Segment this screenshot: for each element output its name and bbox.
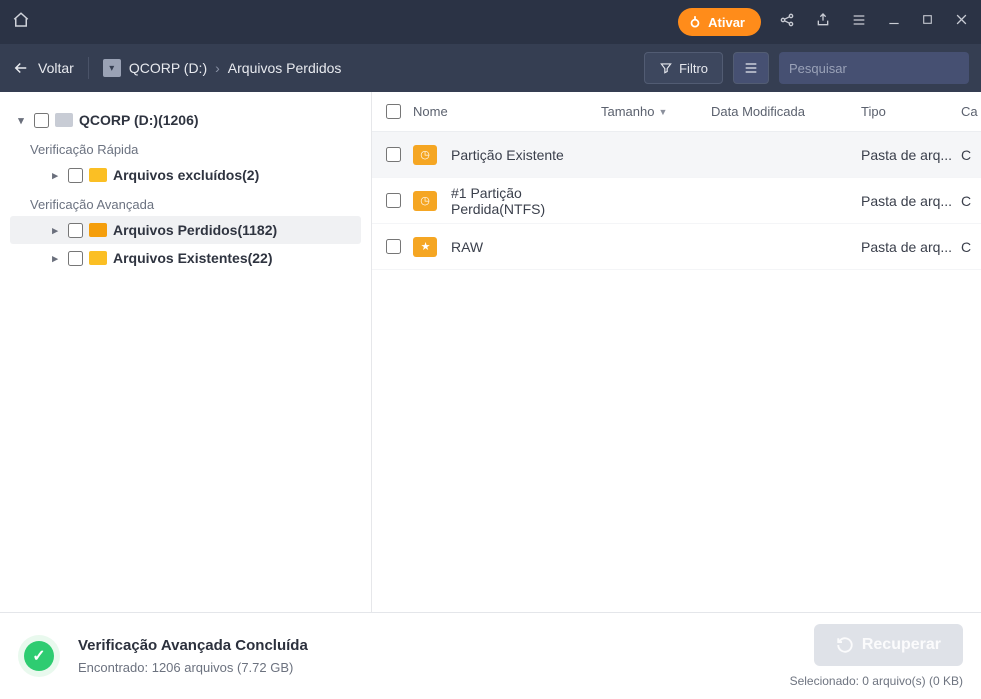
row-checkbox[interactable] (386, 147, 401, 162)
tree-root-label: QCORP (D:)(1206) (79, 112, 199, 128)
menu-icon[interactable] (851, 12, 867, 33)
breadcrumb-section[interactable]: Arquivos Perdidos (228, 60, 342, 76)
folder-icon (89, 223, 107, 237)
chevron-down-icon[interactable]: ▾ (14, 114, 28, 127)
activate-button[interactable]: Ativar (678, 8, 761, 36)
share-icon[interactable] (779, 12, 795, 33)
chevron-right-icon: › (215, 60, 220, 76)
back-button[interactable]: Voltar (12, 59, 74, 77)
check-icon: ✓ (24, 641, 54, 671)
file-list: Nome Tamanho▼ Data Modificada Tipo Ca Pa… (372, 92, 981, 612)
sort-desc-icon: ▼ (658, 107, 667, 117)
selected-count: Selecionado: 0 arquivo(s) (0 KB) (790, 674, 963, 688)
home-icon[interactable] (12, 11, 30, 34)
separator (88, 57, 89, 79)
minimize-icon[interactable] (887, 13, 901, 32)
folder-icon (89, 251, 107, 265)
cell-name: Partição Existente (451, 147, 601, 163)
tree-root-checkbox[interactable] (34, 113, 49, 128)
tree-checkbox[interactable] (68, 168, 83, 183)
success-badge: ✓ (18, 635, 60, 677)
cell-name: RAW (451, 239, 601, 255)
tree-item-adv[interactable]: ▸ Arquivos Existentes(22) (10, 244, 361, 272)
tree-group-quick: Verificação Rápida (10, 134, 361, 161)
drive-icon: ▾ (103, 59, 121, 77)
table-row[interactable]: RAW Pasta de arq...C (372, 224, 981, 270)
drive-icon (55, 113, 73, 127)
main-area: ▾ QCORP (D:)(1206) Verificação Rápida ▸ … (0, 92, 981, 612)
tree-checkbox[interactable] (68, 251, 83, 266)
column-name[interactable]: Nome (413, 104, 601, 119)
cell-name: #1 Partição Perdida(NTFS) (451, 185, 601, 217)
file-list-body: Partição ExistentePasta de arq...C#1 Par… (372, 132, 981, 612)
cell-path: C (961, 147, 981, 163)
back-label: Voltar (38, 60, 74, 76)
titlebar: Ativar (0, 0, 981, 44)
close-icon[interactable] (954, 12, 969, 32)
select-all-checkbox[interactable] (386, 104, 401, 119)
column-size[interactable]: Tamanho▼ (601, 104, 711, 119)
status-text: Verificação Avançada Concluída Encontrad… (78, 637, 308, 675)
filter-label: Filtro (679, 61, 708, 76)
sidebar: ▾ QCORP (D:)(1206) Verificação Rápida ▸ … (0, 92, 372, 612)
tree-root[interactable]: ▾ QCORP (D:)(1206) (10, 106, 361, 134)
breadcrumb: ▾ QCORP (D:) › Arquivos Perdidos (103, 59, 342, 77)
export-icon[interactable] (815, 12, 831, 33)
status-title: Verificação Avançada Concluída (78, 637, 308, 654)
window-controls (779, 12, 969, 33)
tree-group-advanced: Verificação Avançada (10, 189, 361, 216)
cell-type: Pasta de arq... (861, 193, 961, 209)
cell-path: C (961, 193, 981, 209)
file-list-header: Nome Tamanho▼ Data Modificada Tipo Ca (372, 92, 981, 132)
filter-button[interactable]: Filtro (644, 52, 723, 84)
search-input[interactable] (789, 61, 965, 76)
table-row[interactable]: #1 Partição Perdida(NTFS) Pasta de arq...… (372, 178, 981, 224)
tree-item-adv[interactable]: ▸ Arquivos Perdidos(1182) (10, 216, 361, 244)
maximize-icon[interactable] (921, 13, 934, 31)
column-type[interactable]: Tipo (861, 104, 961, 119)
chevron-right-icon[interactable]: ▸ (48, 224, 62, 237)
chevron-right-icon[interactable]: ▸ (48, 169, 62, 182)
tree-checkbox[interactable] (68, 223, 83, 238)
cell-type: Pasta de arq... (861, 147, 961, 163)
row-checkbox[interactable] (386, 239, 401, 254)
chevron-right-icon[interactable]: ▸ (48, 252, 62, 265)
activate-label: Ativar (708, 15, 745, 30)
recover-label: Recuperar (862, 636, 941, 654)
tree-item-label: Arquivos excluídos(2) (113, 167, 259, 183)
cell-path: C (961, 239, 981, 255)
recover-button[interactable]: Recuperar (814, 624, 963, 666)
folder-icon (413, 237, 437, 257)
view-mode-button[interactable] (733, 52, 769, 84)
cell-type: Pasta de arq... (861, 239, 961, 255)
table-row[interactable]: Partição Existente Pasta de arq...C (372, 132, 981, 178)
tree-item-label: Arquivos Perdidos(1182) (113, 222, 277, 238)
column-date[interactable]: Data Modificada (711, 104, 861, 119)
status-subtitle: Encontrado: 1206 arquivos (7.72 GB) (78, 660, 308, 675)
row-checkbox[interactable] (386, 193, 401, 208)
folder-icon (89, 168, 107, 182)
tree-item-deleted[interactable]: ▸ Arquivos excluídos(2) (10, 161, 361, 189)
breadcrumb-drive[interactable]: QCORP (D:) (129, 60, 207, 76)
column-path[interactable]: Ca (961, 104, 981, 119)
toolbar: Voltar ▾ QCORP (D:) › Arquivos Perdidos … (0, 44, 981, 92)
tree-item-label: Arquivos Existentes(22) (113, 250, 273, 266)
search-box[interactable] (779, 52, 969, 84)
folder-icon (413, 145, 437, 165)
folder-icon (413, 191, 437, 211)
statusbar: ✓ Verificação Avançada Concluída Encontr… (0, 612, 981, 699)
